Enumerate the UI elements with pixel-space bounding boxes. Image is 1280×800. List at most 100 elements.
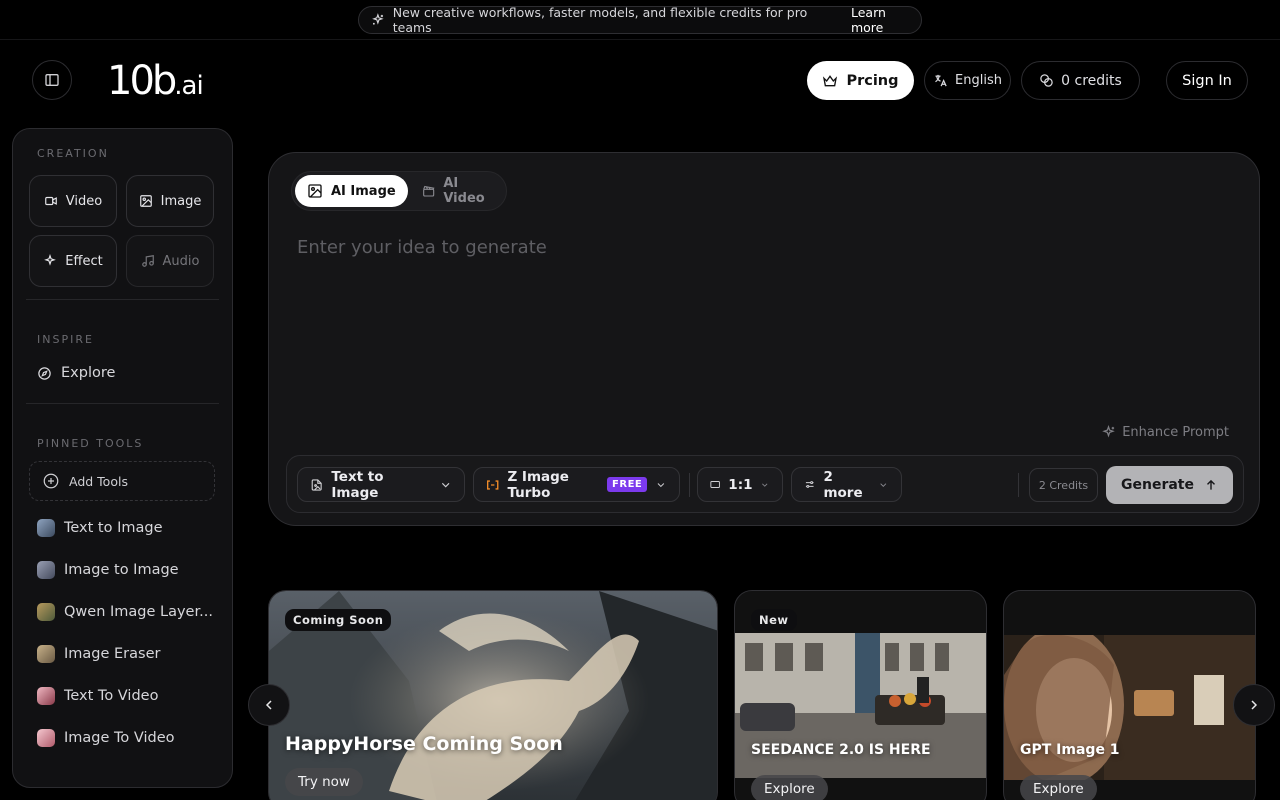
card-title: GPT Image 1 xyxy=(1020,742,1120,758)
credits-label: 0 credits xyxy=(1061,72,1122,89)
language-label: English xyxy=(955,73,1002,88)
announcement-pill[interactable]: New creative workflows, faster models, a… xyxy=(358,5,922,35)
aspect-ratio-label: 1:1 xyxy=(728,476,753,493)
tool-thumbnail xyxy=(37,561,55,579)
sidebar-divider xyxy=(26,403,219,404)
image-icon xyxy=(139,195,152,207)
creation-image-button[interactable]: Image xyxy=(126,175,214,227)
add-tools-button[interactable]: Add Tools xyxy=(29,461,215,501)
more-settings-dropdown[interactable]: 2 more xyxy=(791,467,902,502)
tool-thumbnail xyxy=(37,729,55,747)
sidebar-divider xyxy=(26,299,219,300)
image-icon xyxy=(308,184,322,198)
tab-ai-video-label: AI Video xyxy=(443,176,485,206)
chevron-right-icon xyxy=(1251,700,1258,710)
enhance-prompt-label: Enhance Prompt xyxy=(1122,425,1229,440)
model-dropdown[interactable]: Z Image Turbo FREE xyxy=(473,467,680,502)
explore-button[interactable]: Explore xyxy=(751,775,828,800)
tool-thumbnail xyxy=(37,687,55,705)
sidebar: CREATION Video Image Effect Audio INSPIR… xyxy=(12,128,233,788)
learn-more-link[interactable]: Learn more xyxy=(851,5,921,35)
inspire-section-label: INSPIRE xyxy=(37,333,94,346)
creation-video-button[interactable]: Video xyxy=(29,175,117,227)
chevron-left-icon xyxy=(265,700,272,710)
sidebar-item-text-to-video[interactable]: Text To Video xyxy=(37,687,217,705)
sign-in-label: Sign In xyxy=(1182,72,1232,89)
tool-thumbnail xyxy=(37,603,55,621)
explore-button[interactable]: Explore xyxy=(1020,775,1097,800)
logo-main: 10b xyxy=(107,58,177,104)
creation-audio-button[interactable]: Audio xyxy=(126,235,214,287)
model-dropdown-label: Z Image Turbo xyxy=(507,468,569,501)
model-brackets-icon xyxy=(487,479,499,490)
generate-label: Generate xyxy=(1121,477,1194,493)
sidebar-item-image-eraser[interactable]: Image Eraser xyxy=(37,645,217,663)
settings-sliders-icon xyxy=(805,481,814,488)
pricing-label: Prcing xyxy=(846,72,899,89)
tab-ai-image[interactable]: AI Image xyxy=(295,175,408,207)
sparkles-icon xyxy=(372,13,384,25)
feature-card-happyhorse[interactable]: Coming Soon HappyHorse Coming Soon Try n… xyxy=(268,590,718,800)
try-now-button[interactable]: Try now xyxy=(285,768,363,796)
sidebar-item-qwen-image-layered[interactable]: Qwen Image Layer... xyxy=(37,603,217,621)
credit-cost-badge: 2 Credits xyxy=(1029,468,1098,502)
card-badge: Coming Soon xyxy=(285,609,392,631)
aspect-ratio-dropdown[interactable]: 1:1 xyxy=(697,467,783,502)
enhance-prompt-button[interactable]: Enhance Prompt xyxy=(1101,425,1229,440)
credits-button[interactable]: 0 credits xyxy=(1021,61,1140,100)
tool-thumbnail xyxy=(37,645,55,663)
language-selector[interactable]: English xyxy=(924,61,1011,100)
prompt-composer: AI Image AI Video Enter your idea to gen… xyxy=(268,152,1260,526)
card-badge: New xyxy=(751,609,797,631)
compass-icon xyxy=(38,366,51,380)
prompt-input[interactable]: Enter your idea to generate xyxy=(297,237,547,258)
toggle-sidebar-button[interactable] xyxy=(32,60,72,100)
creation-effect-button[interactable]: Effect xyxy=(29,235,117,287)
logo[interactable]: 10b .ai xyxy=(107,58,204,104)
explore-label: Explore xyxy=(61,365,116,381)
free-badge: FREE xyxy=(607,477,648,492)
gpt-image-artwork xyxy=(1004,635,1255,780)
more-settings-label: 2 more xyxy=(823,468,863,501)
pinned-tools-section-label: PINNED TOOLS xyxy=(37,437,144,450)
translate-icon xyxy=(935,74,947,87)
sidebar-item-image-to-image[interactable]: Image to Image xyxy=(37,561,217,579)
generate-button[interactable]: Generate xyxy=(1106,466,1233,504)
tool-label: Image To Video xyxy=(64,730,175,746)
sparkles-icon xyxy=(44,254,57,266)
tool-label: Text To Video xyxy=(64,688,159,704)
tool-label: Qwen Image Layer... xyxy=(64,604,213,620)
creation-image-label: Image xyxy=(160,193,202,209)
music-note-icon xyxy=(141,255,154,267)
feature-card-gpt-image[interactable]: GPT Image 1 Explore xyxy=(1003,590,1256,800)
file-image-icon xyxy=(311,478,322,491)
sidebar-toggle-icon xyxy=(45,74,59,86)
coins-icon xyxy=(1040,74,1053,87)
creation-video-label: Video xyxy=(65,193,103,209)
sidebar-item-explore[interactable]: Explore xyxy=(37,365,115,381)
chevron-down-icon xyxy=(880,482,887,487)
sign-in-button[interactable]: Sign In xyxy=(1166,61,1248,100)
announcement-text: New creative workflows, faster models, a… xyxy=(392,5,808,35)
sidebar-item-image-to-video[interactable]: Image To Video xyxy=(37,729,217,747)
logo-suffix: .ai xyxy=(174,71,203,101)
pricing-button[interactable]: Prcing xyxy=(807,61,914,100)
feature-card-seedance[interactable]: New SEEDANCE 2.0 IS HERE Explore xyxy=(734,590,987,800)
carousel-next-button[interactable] xyxy=(1233,684,1275,726)
mode-dropdown-label: Text to Image xyxy=(331,468,384,501)
card-title: SEEDANCE 2.0 IS HERE xyxy=(751,742,931,758)
chevron-down-icon xyxy=(441,482,450,487)
ratio-icon xyxy=(710,481,720,488)
carousel-prev-button[interactable] xyxy=(248,684,290,726)
tool-label: Text to Image xyxy=(64,520,163,536)
plus-circle-icon xyxy=(43,473,59,489)
tab-ai-video[interactable]: AI Video xyxy=(410,175,506,207)
creation-effect-label: Effect xyxy=(65,253,103,269)
sidebar-item-text-to-image[interactable]: Text to Image xyxy=(37,519,217,537)
tab-ai-image-label: AI Image xyxy=(331,183,396,199)
card-title: HappyHorse Coming Soon xyxy=(285,733,563,755)
add-tools-label: Add Tools xyxy=(69,473,128,489)
mode-dropdown[interactable]: Text to Image xyxy=(297,467,465,502)
chevron-down-icon xyxy=(762,483,768,487)
creation-audio-label: Audio xyxy=(162,253,200,269)
